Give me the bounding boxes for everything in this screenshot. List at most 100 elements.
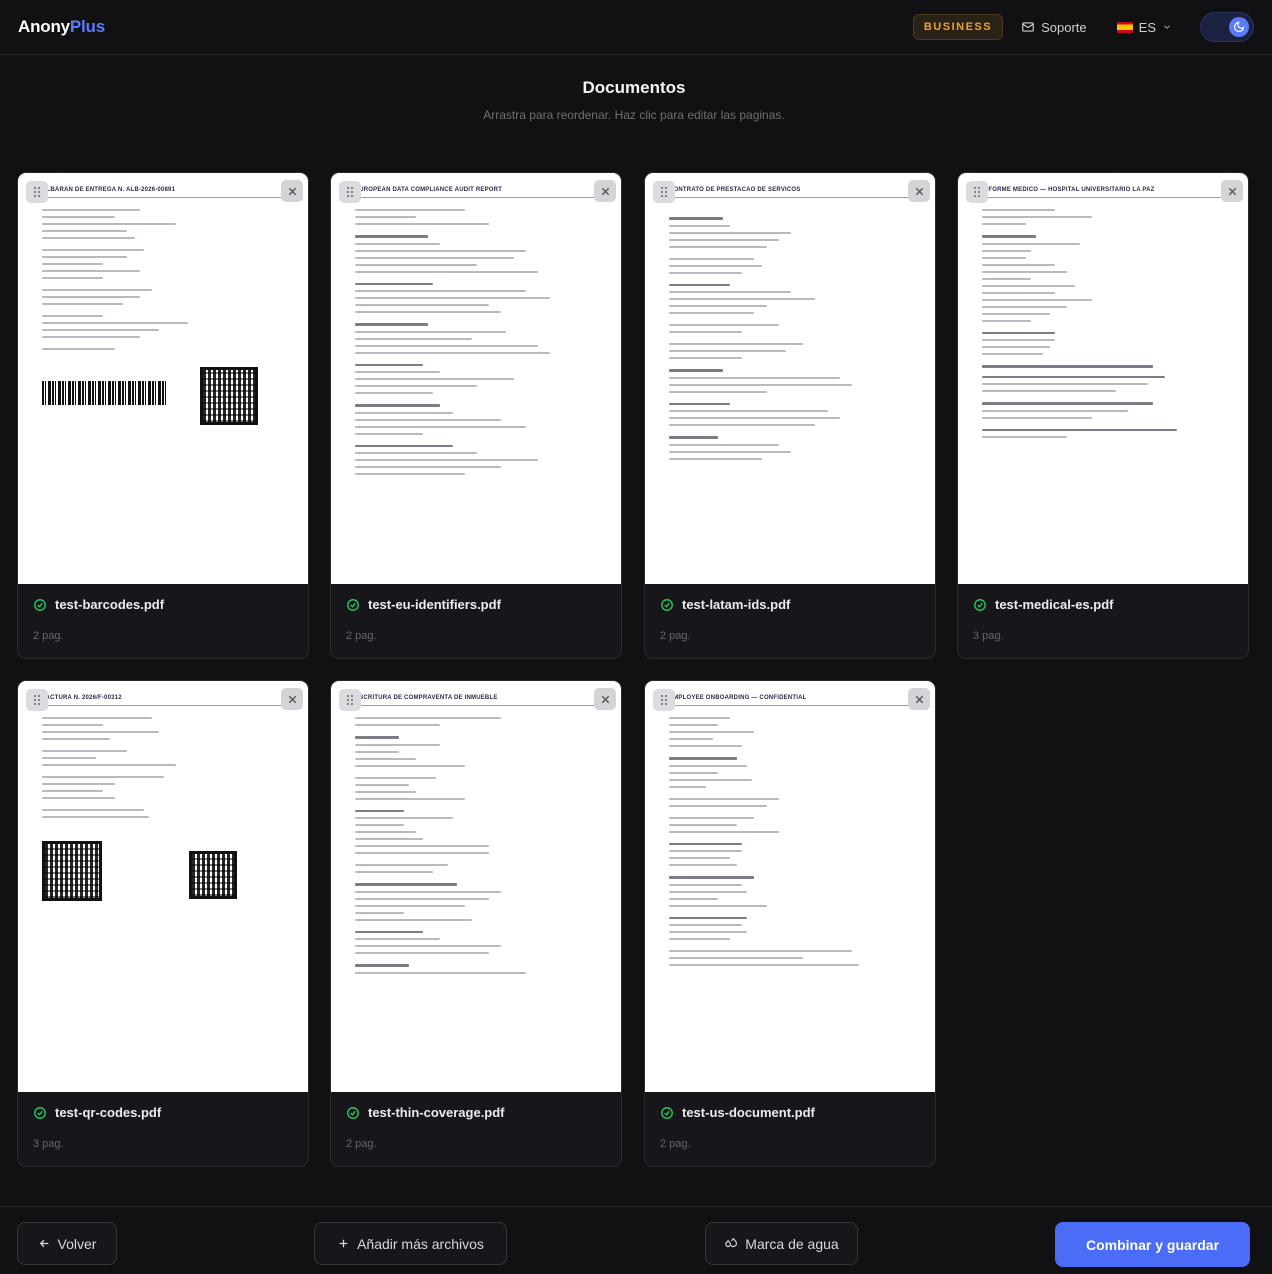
remove-document-button[interactable]: [594, 688, 616, 710]
page-preview[interactable]: FACTURA N. 2026/F-00312: [18, 681, 308, 1092]
remove-document-button[interactable]: [281, 180, 303, 202]
check-circle-icon: [34, 1106, 46, 1119]
page-count: 2 pag.: [346, 630, 377, 642]
file-info: test-us-document.pdf: [660, 1105, 815, 1120]
drag-handle-icon[interactable]: [26, 181, 48, 203]
preview-text-lines: [982, 209, 1226, 443]
bottom-action-bar: Volver Añadir más archivos Marca de agua…: [0, 1206, 1272, 1274]
check-circle-icon: [661, 598, 673, 611]
preview-text-lines: [669, 717, 913, 971]
page-title: Documentos: [582, 78, 686, 97]
arrow-left-icon: [39, 1239, 48, 1248]
barcode-image: [42, 381, 166, 405]
theme-knob: [1229, 17, 1249, 37]
drag-handle-icon[interactable]: [966, 181, 988, 203]
back-button[interactable]: Volver: [17, 1222, 117, 1265]
preview-text-lines: [42, 717, 286, 823]
page-count: 2 pag.: [660, 1138, 691, 1150]
droplets-icon: [725, 1237, 738, 1247]
preview-text-lines: [669, 209, 913, 465]
file-info: test-thin-coverage.pdf: [346, 1105, 505, 1120]
page-count: 3 pag.: [33, 1138, 64, 1150]
file-name: test-thin-coverage.pdf: [368, 1105, 505, 1120]
qr-code-image: [200, 367, 258, 425]
remove-document-button[interactable]: [281, 688, 303, 710]
preview-text-lines: [355, 209, 599, 480]
top-bar: AnonyPlus BUSINESS Soporte ES: [0, 0, 1272, 55]
document-card[interactable]: FACTURA N. 2026/F-00312 test-qr-codes.pd…: [17, 680, 309, 1167]
drag-handle-icon[interactable]: [653, 181, 675, 203]
file-name: test-latam-ids.pdf: [682, 597, 791, 612]
app-logo[interactable]: AnonyPlus: [18, 17, 105, 37]
document-card[interactable]: EMPLOYEE ONBOARDING — CONFIDENTIAL test-…: [644, 680, 936, 1167]
page-preview[interactable]: INFORME MEDICO — HOSPITAL UNIVERSITARIO …: [958, 173, 1248, 584]
file-info: test-medical-es.pdf: [973, 597, 1113, 612]
close-icon: [288, 187, 296, 195]
file-name: test-qr-codes.pdf: [55, 1105, 162, 1120]
support-label: Soporte: [1041, 19, 1087, 35]
drag-handle-icon[interactable]: [339, 181, 361, 203]
remove-document-button[interactable]: [908, 180, 930, 202]
remove-document-button[interactable]: [1221, 180, 1243, 202]
chevron-down-icon: [1164, 25, 1170, 29]
page-preview[interactable]: EUROPEAN DATA COMPLIANCE AUDIT REPORT: [331, 173, 621, 584]
preview-heading: EUROPEAN DATA COMPLIANCE AUDIT REPORT: [355, 187, 599, 198]
plus-icon: [339, 1239, 348, 1248]
remove-document-button[interactable]: [908, 688, 930, 710]
close-icon: [915, 187, 923, 195]
moon-icon: [1233, 21, 1245, 33]
preview-text-lines: [42, 209, 286, 355]
document-card[interactable]: EUROPEAN DATA COMPLIANCE AUDIT REPORT te…: [330, 172, 622, 659]
page-preview[interactable]: EMPLOYEE ONBOARDING — CONFIDENTIAL: [645, 681, 935, 1092]
check-circle-icon: [347, 598, 359, 611]
language-label: ES: [1138, 19, 1156, 35]
file-info: test-latam-ids.pdf: [660, 597, 790, 612]
page-preview[interactable]: ESCRITURA DE COMPRAVENTA DE INMUEBLE: [331, 681, 621, 1092]
page-count: 2 pag.: [33, 630, 64, 642]
add-files-button[interactable]: Añadir más archivos: [314, 1222, 507, 1265]
file-info: test-barcodes.pdf: [33, 597, 164, 612]
document-card[interactable]: INFORME MEDICO — HOSPITAL UNIVERSITARIO …: [957, 172, 1249, 659]
logo-text-main: Anony: [18, 17, 70, 36]
watermark-label: Marca de agua: [745, 1235, 839, 1252]
file-info: test-eu-identifiers.pdf: [346, 597, 501, 612]
document-card[interactable]: ALBARAN DE ENTREGA N. ALB-2026-00891 tes…: [17, 172, 309, 659]
close-icon: [1228, 187, 1236, 195]
preview-heading: INFORME MEDICO — HOSPITAL UNIVERSITARIO …: [982, 187, 1226, 198]
document-card[interactable]: CONTRATO DE PRESTACAO DE SERVICOS test-l…: [644, 172, 936, 659]
page-subtitle: Arrastra para reordenar. Haz clic para e…: [483, 108, 785, 122]
close-icon: [915, 695, 923, 703]
preview-heading: FACTURA N. 2026/F-00312: [42, 695, 286, 706]
file-name: test-eu-identifiers.pdf: [368, 597, 501, 612]
theme-toggle[interactable]: [1200, 12, 1254, 42]
check-circle-icon: [974, 598, 986, 611]
drag-handle-icon[interactable]: [339, 689, 361, 711]
page-preview[interactable]: ALBARAN DE ENTREGA N. ALB-2026-00891: [18, 173, 308, 584]
preview-heading: ALBARAN DE ENTREGA N. ALB-2026-00891: [42, 187, 286, 198]
qr-code-image: [42, 841, 102, 901]
drag-handle-icon[interactable]: [653, 689, 675, 711]
file-name: test-barcodes.pdf: [55, 597, 165, 612]
close-icon: [601, 187, 609, 195]
back-label: Volver: [57, 1235, 97, 1252]
support-link[interactable]: Soporte: [1021, 20, 1087, 35]
preview-text-lines: [355, 717, 599, 979]
merge-save-button[interactable]: Combinar y guardar: [1055, 1222, 1250, 1267]
page-count: 3 pag.: [973, 630, 1004, 642]
file-info: test-qr-codes.pdf: [33, 1105, 161, 1120]
preview-heading: EMPLOYEE ONBOARDING — CONFIDENTIAL: [669, 695, 913, 706]
close-icon: [601, 695, 609, 703]
drag-handle-icon[interactable]: [26, 689, 48, 711]
file-name: test-medical-es.pdf: [995, 597, 1114, 612]
merge-save-label: Combinar y guardar: [1085, 1236, 1220, 1253]
logo-text-accent: Plus: [69, 17, 105, 36]
document-card[interactable]: ESCRITURA DE COMPRAVENTA DE INMUEBLE tes…: [330, 680, 622, 1167]
file-name: test-us-document.pdf: [682, 1105, 815, 1120]
remove-document-button[interactable]: [594, 180, 616, 202]
language-selector[interactable]: ES: [1116, 19, 1172, 35]
preview-heading: ESCRITURA DE COMPRAVENTA DE INMUEBLE: [355, 695, 599, 706]
watermark-button[interactable]: Marca de agua: [705, 1222, 858, 1265]
page-preview[interactable]: CONTRATO DE PRESTACAO DE SERVICOS: [645, 173, 935, 584]
add-files-label: Añadir más archivos: [357, 1235, 484, 1252]
mail-icon: [1022, 22, 1034, 32]
